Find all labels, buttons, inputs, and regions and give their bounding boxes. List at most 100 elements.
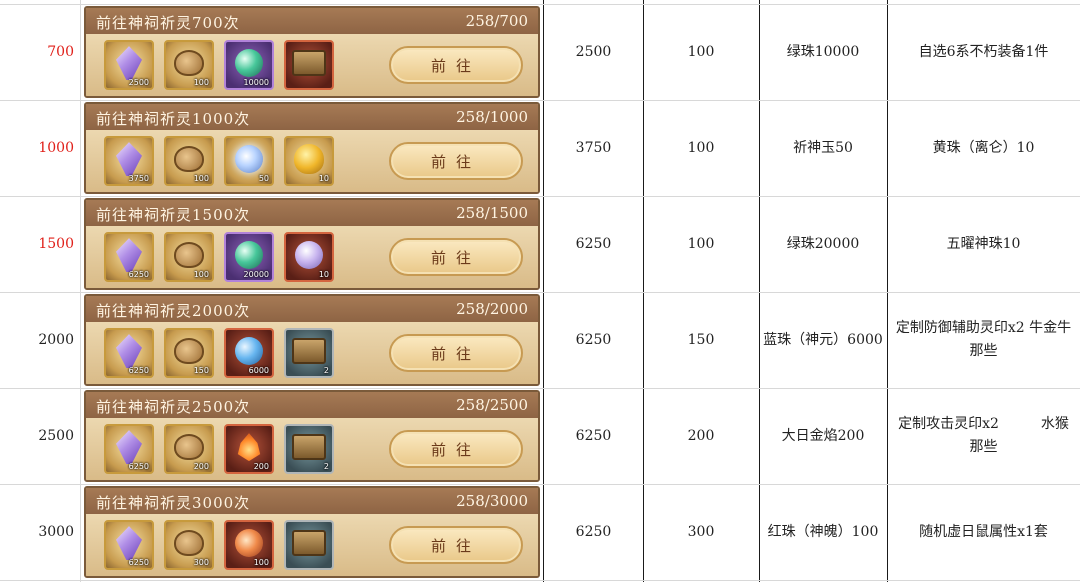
threshold-value: 700 <box>47 44 74 60</box>
threshold-value: 2500 <box>38 428 74 444</box>
task-card-header: 前往神祠祈灵1500次 258/1500 <box>86 200 538 226</box>
task-title: 前往神祠祈灵2000次 <box>96 302 251 320</box>
pearl-orb-icon <box>295 241 323 270</box>
flame-icon <box>237 433 261 462</box>
reward-item[interactable]: 2 <box>284 424 334 474</box>
threshold-value: 1500 <box>38 236 74 252</box>
cell-col4: 自选6系不朽装备1件 <box>918 43 1049 60</box>
reward-item[interactable]: 6250 <box>104 328 154 378</box>
threshold-value: 3000 <box>38 524 74 540</box>
pig-icon <box>174 434 204 461</box>
reward-item[interactable]: 2 <box>284 328 334 378</box>
chest-icon <box>292 434 326 461</box>
task-card: 前往神祠祈灵2000次 258/2000 6250 150 6000 2 前往 <box>84 294 540 386</box>
reward-item[interactable]: 20000 <box>224 232 274 282</box>
reward-count: 6250 <box>128 270 149 279</box>
go-button[interactable]: 前往 <box>389 334 523 372</box>
threshold-value: 1000 <box>38 140 74 156</box>
reward-count: 3750 <box>128 174 149 183</box>
task-card: 前往神祠祈灵3000次 258/3000 6250 300 100 前往 <box>84 486 540 578</box>
gem-icon <box>116 142 142 177</box>
reward-item[interactable]: 200 <box>164 424 214 474</box>
reward-item[interactable]: 100 <box>164 40 214 90</box>
reward-count: 6250 <box>128 366 149 375</box>
reward-item[interactable]: 300 <box>164 520 214 570</box>
task-card: 前往神祠祈灵700次 258/700 2500 100 10000 前往 <box>84 6 540 98</box>
cell-col3: 绿珠20000 <box>786 235 860 252</box>
reward-item[interactable]: 100 <box>224 520 274 570</box>
table-row: 1500 前往神祠祈灵1500次 258/1500 6250 100 20000… <box>0 196 1080 292</box>
pig-icon <box>174 338 204 365</box>
pig-icon <box>174 530 204 557</box>
cell-col4: 定制攻击灵印x2 水猴那些 <box>898 416 1069 455</box>
cell-col1: 3750 <box>575 139 612 156</box>
reward-item[interactable]: 150 <box>164 328 214 378</box>
reward-count: 300 <box>193 558 209 567</box>
pig-icon <box>174 50 204 77</box>
reward-count: 150 <box>193 366 209 375</box>
reward-count: 50 <box>258 174 269 183</box>
cell-col2: 100 <box>687 43 715 60</box>
reward-item[interactable]: 6000 <box>224 328 274 378</box>
reward-item[interactable]: 10 <box>284 232 334 282</box>
reward-item[interactable]: 6250 <box>104 520 154 570</box>
reward-item[interactable]: 50 <box>224 136 274 186</box>
reward-count: 10000 <box>243 78 269 87</box>
reward-item[interactable] <box>284 520 334 570</box>
reward-count: 2500 <box>128 78 149 87</box>
cell-col1: 6250 <box>575 427 612 444</box>
go-button[interactable]: 前往 <box>389 142 523 180</box>
chest-icon <box>292 50 326 77</box>
table-row: 2500 前往神祠祈灵2500次 258/2500 6250 200 200 2… <box>0 388 1080 484</box>
task-card-header: 前往神祠祈灵700次 258/700 <box>86 8 538 34</box>
task-card-body: 6250 150 6000 2 前往 <box>86 322 538 384</box>
go-button[interactable]: 前往 <box>389 430 523 468</box>
task-progress: 258/1000 <box>456 108 528 126</box>
reward-item[interactable]: 6250 <box>104 232 154 282</box>
go-button[interactable]: 前往 <box>389 46 523 84</box>
task-card-body: 2500 100 10000 前往 <box>86 34 538 96</box>
white-orb-icon <box>235 145 263 174</box>
go-button[interactable]: 前往 <box>389 526 523 564</box>
cell-col1: 6250 <box>575 331 612 348</box>
cell-col4: 定制防御辅助灵印x2 牛金牛那些 <box>895 320 1072 359</box>
chest-icon <box>292 530 326 557</box>
reward-item[interactable]: 3750 <box>104 136 154 186</box>
task-card-body: 6250 300 100 前往 <box>86 514 538 576</box>
task-progress: 258/2000 <box>456 300 528 318</box>
task-progress: 258/3000 <box>456 492 528 510</box>
cell-col1: 6250 <box>575 523 612 540</box>
gem-icon <box>116 526 142 561</box>
gem-icon <box>116 430 142 465</box>
reward-count: 200 <box>253 462 269 471</box>
pig-icon <box>174 146 204 173</box>
cell-col4: 随机虚日鼠属性x1套 <box>919 523 1048 540</box>
reward-count: 10 <box>318 270 329 279</box>
pig-icon <box>174 242 204 269</box>
reward-item[interactable] <box>284 40 334 90</box>
reward-item[interactable]: 100 <box>164 232 214 282</box>
task-card-body: 6250 200 200 2 前往 <box>86 418 538 480</box>
task-progress: 258/1500 <box>456 204 528 222</box>
table-row: 1000 前往神祠祈灵1000次 258/1000 3750 100 50 10… <box>0 100 1080 196</box>
task-card-header: 前往神祠祈灵3000次 258/3000 <box>86 488 538 514</box>
gem-icon <box>116 238 142 273</box>
reward-item[interactable]: 6250 <box>104 424 154 474</box>
cell-col3: 祈神玉50 <box>793 139 853 156</box>
task-card-header: 前往神祠祈灵2500次 258/2500 <box>86 392 538 418</box>
reward-item[interactable]: 200 <box>224 424 274 474</box>
reward-item[interactable]: 10 <box>284 136 334 186</box>
table-row: 2000 前往神祠祈灵2000次 258/2000 6250 150 6000 … <box>0 292 1080 388</box>
treasure-bag-icon <box>294 144 324 175</box>
reward-item[interactable]: 10000 <box>224 40 274 90</box>
cell-col2: 200 <box>687 427 715 444</box>
go-button[interactable]: 前往 <box>389 238 523 276</box>
reward-count: 2 <box>323 462 329 471</box>
cell-col2: 100 <box>687 235 715 252</box>
reward-item[interactable]: 2500 <box>104 40 154 90</box>
reward-count: 10 <box>318 174 329 183</box>
task-title: 前往神祠祈灵1500次 <box>96 206 251 224</box>
chest-icon <box>292 338 326 365</box>
cell-col1: 6250 <box>575 235 612 252</box>
reward-item[interactable]: 100 <box>164 136 214 186</box>
